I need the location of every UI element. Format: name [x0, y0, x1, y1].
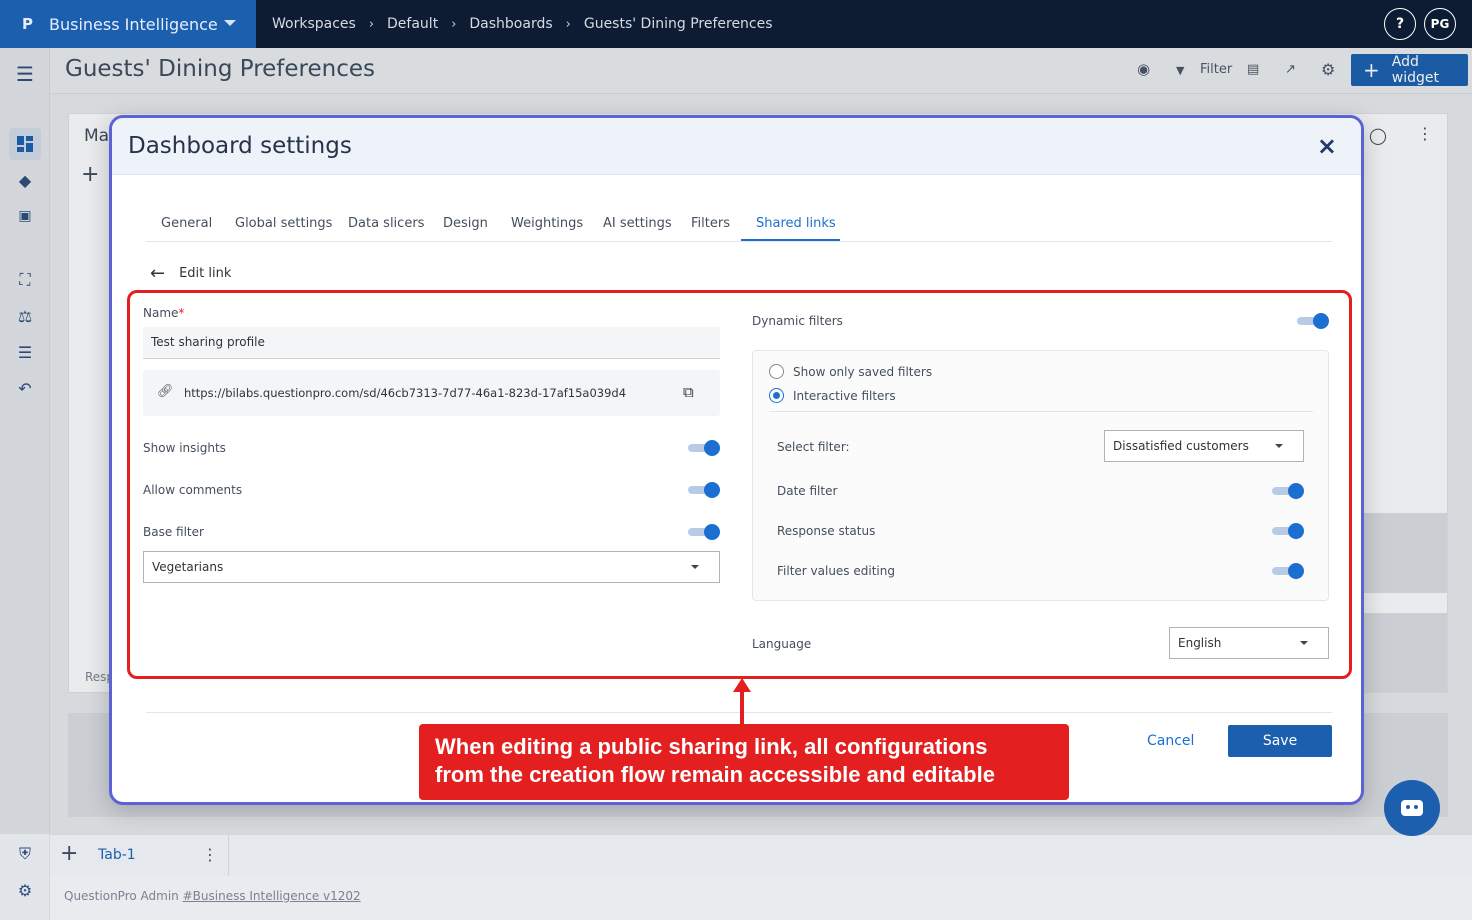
active-tab-indicator	[741, 239, 840, 241]
version-link[interactable]: #Business Intelligence v1202	[183, 889, 361, 903]
chatbot-button[interactable]	[1384, 780, 1440, 836]
close-icon[interactable]: ×	[1317, 132, 1337, 160]
breadcrumb-current: Guests' Dining Preferences	[583, 16, 773, 32]
footer-divider	[146, 712, 1332, 713]
breadcrumb-dashboards[interactable]: Dashboards	[469, 16, 552, 32]
annotation-arrow-line	[740, 690, 744, 724]
top-bar: P Business Intelligence Workspaces › Def…	[0, 0, 1472, 48]
tab-more-icon[interactable]: ⋮	[202, 845, 218, 864]
annotation-callout: When editing a public sharing link, all …	[419, 724, 1069, 800]
tab-design[interactable]: Design	[443, 216, 488, 231]
breadcrumb-workspaces[interactable]: Workspaces	[272, 16, 356, 32]
breadcrumb-default[interactable]: Default	[387, 16, 438, 32]
avatar[interactable]: PG	[1424, 8, 1456, 40]
gear-icon[interactable]: ⚙	[9, 874, 41, 906]
dashboard-settings-dialog: Dashboard settings × General Global sett…	[109, 115, 1364, 805]
save-button[interactable]: Save	[1228, 725, 1332, 757]
tab-ai-settings[interactable]: AI settings	[603, 216, 672, 231]
chevron-right-icon: ›	[451, 16, 457, 32]
chevron-down-icon	[224, 20, 236, 26]
add-tab-icon[interactable]: +	[60, 841, 78, 866]
footer-prefix: QuestionPro Admin	[64, 889, 179, 903]
tab-data-slicers[interactable]: Data slicers	[348, 216, 424, 231]
tab-shared-links[interactable]: Shared links	[756, 216, 836, 231]
tab-filters[interactable]: Filters	[691, 216, 730, 231]
footer: QuestionPro Admin #Business Intelligence…	[50, 876, 1472, 920]
edit-link-header: ← Edit link	[150, 263, 231, 284]
dialog-title: Dashboard settings	[128, 133, 352, 159]
app-logo-icon: P	[22, 15, 33, 33]
back-arrow-icon[interactable]: ←	[150, 263, 165, 284]
tab-1[interactable]: Tab-1	[98, 847, 136, 863]
dialog-header: Dashboard settings ×	[112, 118, 1361, 175]
footer-text: QuestionPro Admin #Business Intelligence…	[64, 889, 361, 903]
dashboard-tab-bar: + Tab-1 ⋮	[50, 834, 1472, 877]
app-name: Business Intelligence	[49, 14, 218, 34]
help-icon[interactable]: ?	[1384, 8, 1416, 40]
settings-tabs: General Global settings Data slicers Des…	[146, 206, 1332, 242]
chevron-right-icon: ›	[368, 16, 375, 32]
tab-global-settings[interactable]: Global settings	[235, 216, 332, 231]
breadcrumb: Workspaces › Default › Dashboards › Gues…	[272, 0, 773, 48]
tab-divider	[228, 835, 229, 877]
tab-general[interactable]: General	[161, 216, 212, 231]
app-switcher[interactable]: P Business Intelligence	[0, 0, 256, 48]
tab-weightings[interactable]: Weightings	[511, 216, 583, 231]
cancel-button[interactable]: Cancel	[1147, 733, 1194, 749]
annotation-highlight-box	[127, 290, 1352, 679]
shield-icon[interactable]: ⛨	[9, 838, 41, 870]
annotation-line-1: When editing a public sharing link, all …	[435, 734, 988, 759]
robot-icon	[1401, 800, 1423, 816]
annotation-line-2: from the creation flow remain accessible…	[435, 762, 995, 787]
chevron-right-icon: ›	[565, 16, 571, 32]
edit-link-label: Edit link	[179, 266, 232, 281]
